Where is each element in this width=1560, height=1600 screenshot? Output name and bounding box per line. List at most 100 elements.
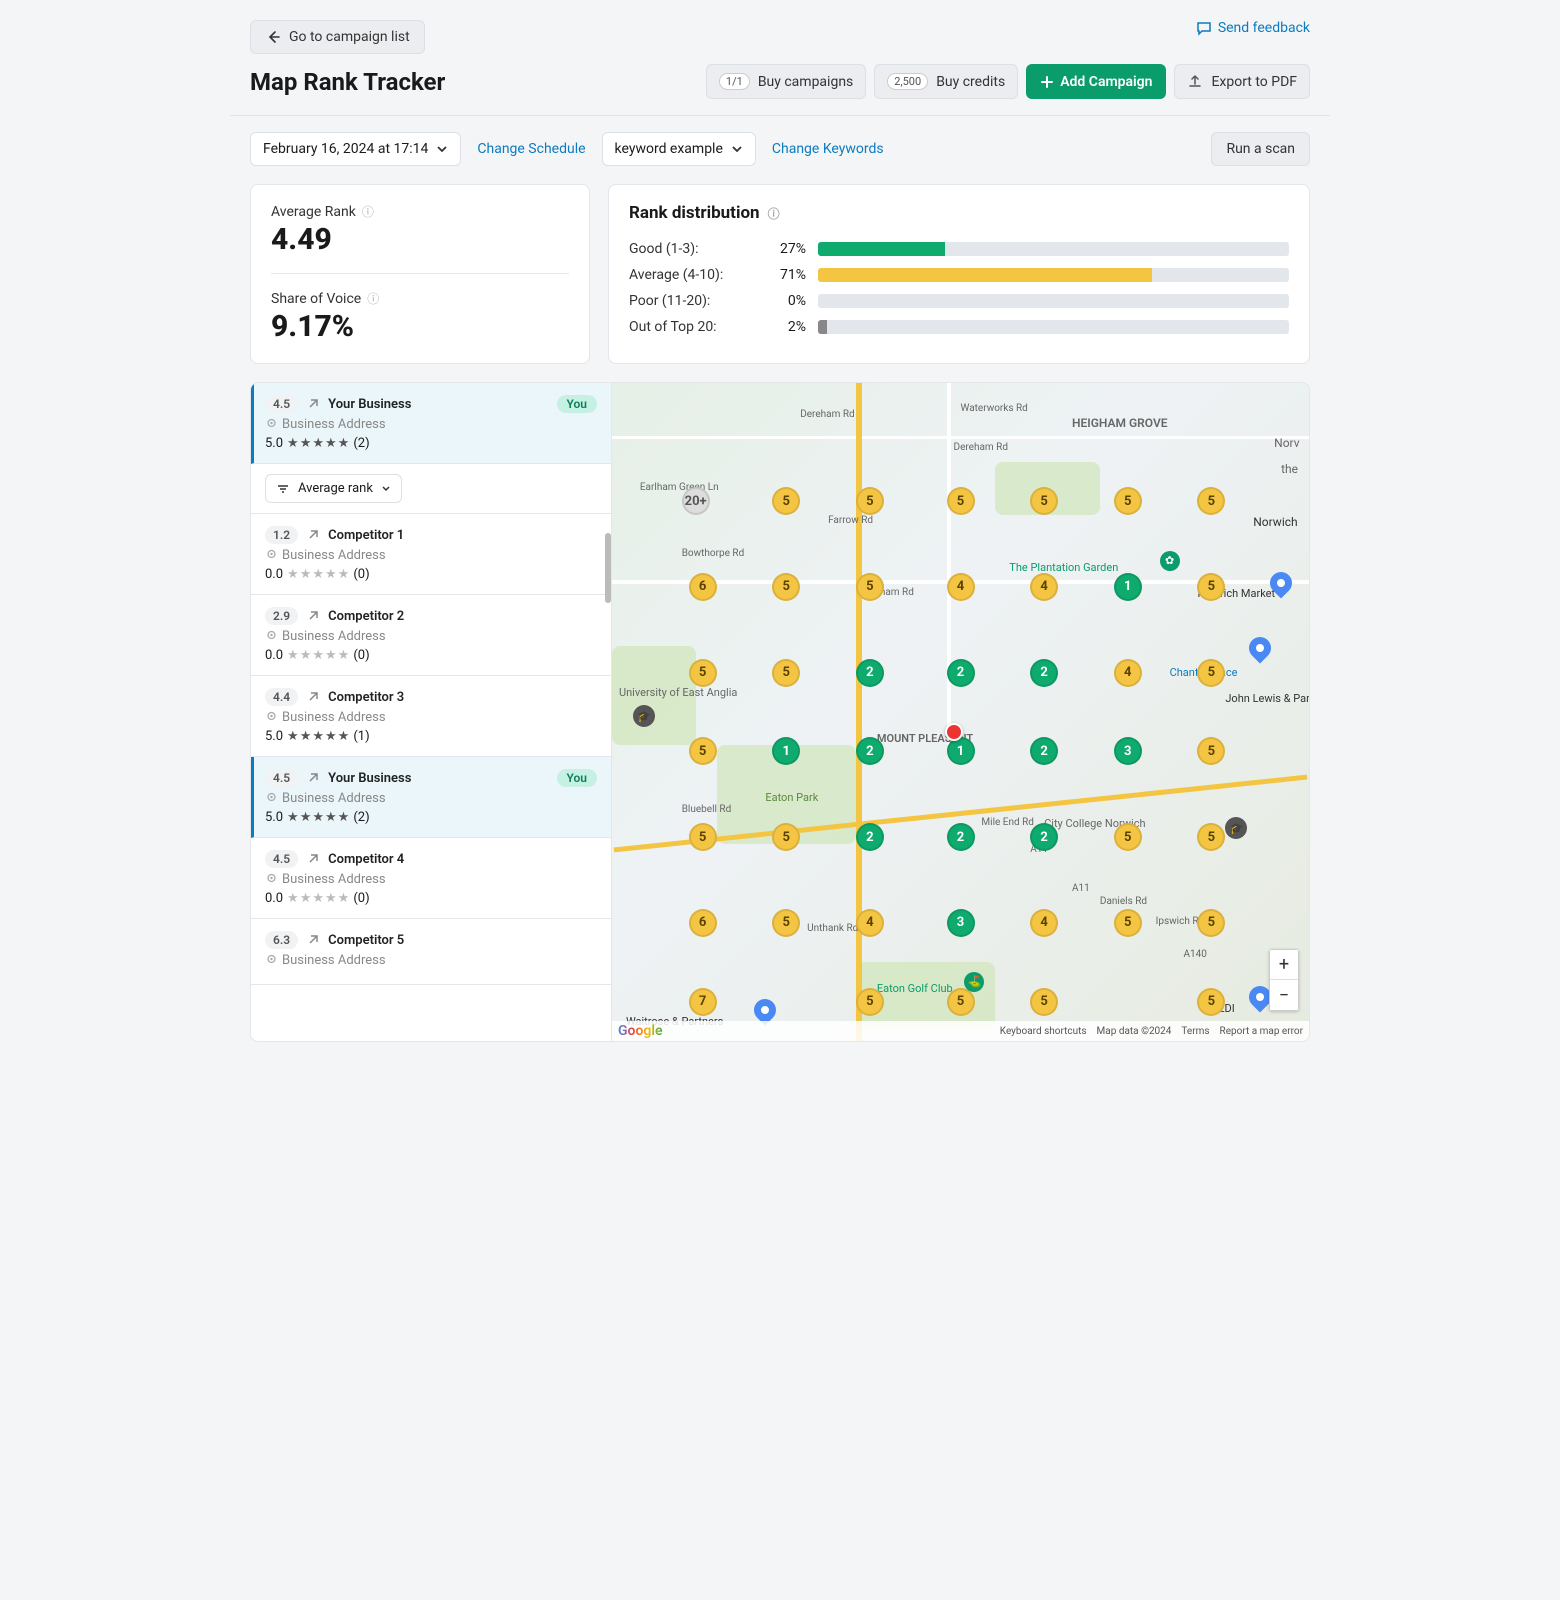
business-list-item[interactable]: 4.4 Competitor 3 Business Address 5.0 ★★… (251, 676, 611, 757)
keyword-selector[interactable]: keyword example (602, 132, 756, 166)
external-link-icon[interactable] (306, 528, 320, 542)
chat-icon (1196, 20, 1212, 36)
map-shortcuts[interactable]: Keyboard shortcuts (1000, 1026, 1087, 1037)
rank-pin[interactable]: 5 (772, 573, 800, 601)
rank-pin[interactable]: 6 (689, 573, 717, 601)
info-icon[interactable]: ⓘ (367, 290, 379, 307)
rank-pin[interactable]: 2 (856, 659, 884, 687)
rank-pin[interactable]: 5 (689, 737, 717, 765)
rank-pin[interactable]: 5 (1197, 573, 1225, 601)
rank-pin[interactable]: 4 (1030, 909, 1058, 937)
rank-pin[interactable]: 5 (856, 573, 884, 601)
rank-pin[interactable]: 5 (1114, 823, 1142, 851)
rank-pin[interactable]: 5 (772, 659, 800, 687)
rank-pin[interactable]: 5 (1114, 487, 1142, 515)
info-icon[interactable]: ⓘ (362, 203, 374, 220)
rank-pin[interactable]: 5 (947, 487, 975, 515)
rank-pin[interactable]: 20+ (682, 487, 710, 515)
rank-pin[interactable]: 1 (947, 737, 975, 765)
rank-pin[interactable]: 5 (1197, 909, 1225, 937)
buy-campaigns-label: Buy campaigns (758, 74, 853, 90)
sort-selector[interactable]: Average rank (265, 474, 402, 503)
send-feedback-link[interactable]: Send feedback (1196, 20, 1310, 36)
rank-pin[interactable]: 2 (1030, 823, 1058, 851)
chevron-down-icon (436, 143, 448, 155)
external-link-icon[interactable] (306, 690, 320, 704)
rank-pin[interactable]: 2 (856, 823, 884, 851)
rank-pin[interactable]: 5 (1197, 823, 1225, 851)
rank-pin[interactable]: 2 (856, 737, 884, 765)
external-link-icon[interactable] (306, 771, 320, 785)
change-schedule-link[interactable]: Change Schedule (477, 141, 585, 157)
business-list-item[interactable]: 2.9 Competitor 2 Business Address 0.0 ★★… (251, 595, 611, 676)
location-pin-icon (265, 549, 278, 562)
scrollbar-thumb[interactable] (605, 533, 611, 603)
zoom-out-button[interactable]: − (1270, 980, 1298, 1010)
map-panel[interactable]: HEIGHAM GROVENorwichDereham RdWaterworks… (612, 382, 1310, 1042)
buy-credits-button[interactable]: 2,500 Buy credits (874, 64, 1018, 99)
rank-pin[interactable]: 4 (947, 573, 975, 601)
business-list-item[interactable]: 4.5 Your Business You Business Address 5… (251, 383, 611, 464)
rank-pin[interactable]: 4 (1030, 573, 1058, 601)
rank-pin[interactable]: 1 (1114, 573, 1142, 601)
map-label: John Lewis & Par (1225, 692, 1309, 705)
export-pdf-button[interactable]: Export to PDF (1174, 64, 1310, 99)
business-list-item[interactable]: 6.3 Competitor 5 Business Address (251, 919, 611, 985)
rank-pin[interactable]: 5 (1197, 988, 1225, 1016)
rank-pin[interactable]: 1 (772, 737, 800, 765)
rank-pin[interactable]: 5 (772, 487, 800, 515)
business-list-panel[interactable]: 4.5 Your Business You Business Address 5… (250, 382, 612, 1042)
external-link-icon[interactable] (306, 933, 320, 947)
back-to-campaigns-button[interactable]: Go to campaign list (250, 20, 425, 54)
rank-pin[interactable]: 4 (1114, 659, 1142, 687)
rank-pin[interactable]: 2 (1030, 659, 1058, 687)
rank-pin[interactable]: 5 (689, 823, 717, 851)
rank-pin[interactable]: 5 (1030, 487, 1058, 515)
rank-pin[interactable]: 5 (1114, 909, 1142, 937)
rank-pin[interactable]: 5 (772, 909, 800, 937)
rank-pin[interactable]: 4 (856, 909, 884, 937)
rank-pin[interactable]: 3 (947, 909, 975, 937)
rank-pin[interactable]: 5 (772, 823, 800, 851)
star-icon: ★ (325, 891, 337, 906)
zoom-in-button[interactable]: + (1270, 950, 1298, 980)
rank-pin[interactable]: 2 (1030, 737, 1058, 765)
rank-pin[interactable]: 6 (689, 909, 717, 937)
add-campaign-button[interactable]: Add Campaign (1026, 64, 1166, 99)
external-link-icon[interactable] (306, 609, 320, 623)
date-time-selector[interactable]: February 16, 2024 at 17:14 (250, 132, 461, 166)
map-label: Norwich (1253, 515, 1297, 529)
business-list-item[interactable]: 4.5 Competitor 4 Business Address 0.0 ★★… (251, 838, 611, 919)
map-label: Unthank Rd (807, 923, 858, 934)
feedback-label: Send feedback (1218, 20, 1310, 36)
star-icon: ★ (300, 729, 312, 744)
rank-pin[interactable]: 3 (1114, 737, 1142, 765)
rank-pin[interactable]: 2 (947, 659, 975, 687)
rank-pin[interactable]: 5 (947, 988, 975, 1016)
info-icon[interactable]: ⓘ (768, 205, 780, 222)
rank-pin[interactable]: 5 (689, 659, 717, 687)
rank-pin[interactable]: 5 (1030, 988, 1058, 1016)
rank-pin[interactable]: 5 (856, 487, 884, 515)
change-keywords-link[interactable]: Change Keywords (772, 141, 884, 157)
rank-pin[interactable]: 5 (1197, 659, 1225, 687)
rank-pin[interactable]: 2 (947, 823, 975, 851)
buy-campaigns-button[interactable]: 1/1 Buy campaigns (706, 64, 866, 99)
map-error[interactable]: Report a map error (1220, 1026, 1303, 1037)
rank-pin[interactable]: 7 (689, 988, 717, 1016)
map-terms[interactable]: Terms (1181, 1026, 1209, 1037)
rank-pin[interactable]: 5 (856, 988, 884, 1016)
business-list-item[interactable]: 4.5 Your Business You Business Address 5… (251, 757, 611, 838)
business-list-item[interactable]: 1.2 Competitor 1 Business Address 0.0 ★★… (251, 514, 611, 595)
external-link-icon[interactable] (306, 852, 320, 866)
map-label: Waterworks Rd (961, 403, 1028, 414)
star-icon: ★ (287, 729, 299, 744)
star-icon: ★ (287, 891, 299, 906)
rank-pin[interactable]: 5 (1197, 487, 1225, 515)
rank-pin[interactable]: 5 (1197, 737, 1225, 765)
map-label: A11 (1072, 883, 1090, 894)
external-link-icon[interactable] (306, 397, 320, 411)
run-scan-button[interactable]: Run a scan (1211, 132, 1310, 166)
business-address: Business Address (265, 417, 597, 432)
location-pin-icon (265, 873, 278, 886)
